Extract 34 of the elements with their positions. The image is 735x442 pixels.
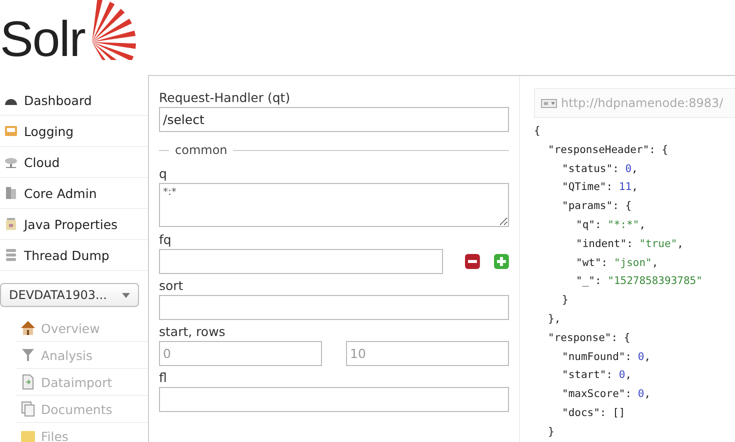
- nav-item[interactable]: Logging: [0, 116, 148, 147]
- json-response: { "responseHeader": { "status": 0, "QTime": 11, "params": { "q": "*:*", "indent": "true", "wt": "json", "_": "1527858393785" } }, "response": { "numFound": 0, "start": 0, "maxScore": 0, "docs": [] }: [534, 124, 704, 440]
- field-label: fl: [159, 370, 168, 386]
- core-selector[interactable]: DEVDATA1903...: [0, 283, 139, 307]
- field-label: Request-Handler (qt): [159, 90, 292, 106]
- cloud-icon: [4, 155, 18, 169]
- field-label: q: [159, 166, 168, 182]
- field-list-field[interactable]: [159, 387, 509, 412]
- query-field[interactable]: *:*: [159, 183, 509, 227]
- add-icon[interactable]: [494, 254, 509, 269]
- nav-item[interactable]: Dashboard: [0, 85, 148, 116]
- folder-icon: [20, 428, 36, 442]
- nav-item[interactable]: Cloud: [0, 147, 148, 178]
- logo-text: Solr: [0, 14, 85, 64]
- dropdown-caret-icon: [122, 292, 130, 298]
- nav-item[interactable]: Java Properties: [0, 209, 148, 240]
- field-label: fq: [159, 232, 172, 248]
- funnel-icon: [20, 347, 36, 363]
- sort-field[interactable]: [159, 295, 509, 320]
- nav-item[interactable]: Thread Dump: [0, 240, 148, 271]
- house-icon: [20, 320, 36, 336]
- pages-icon: [20, 401, 36, 417]
- jar-icon: [4, 217, 18, 231]
- remove-icon[interactable]: [465, 254, 480, 269]
- page-icon: [20, 374, 36, 390]
- request-handler-field[interactable]: /select: [159, 107, 509, 132]
- nav-item[interactable]: Core Admin: [0, 178, 148, 209]
- server-icon: [4, 186, 18, 200]
- stack-icon: [4, 248, 18, 262]
- field-label: start, rows: [159, 324, 226, 340]
- tray-icon: [4, 124, 18, 138]
- field-label: sort: [159, 278, 184, 294]
- filter-query-field[interactable]: [159, 249, 444, 274]
- section-legend: common: [175, 143, 228, 157]
